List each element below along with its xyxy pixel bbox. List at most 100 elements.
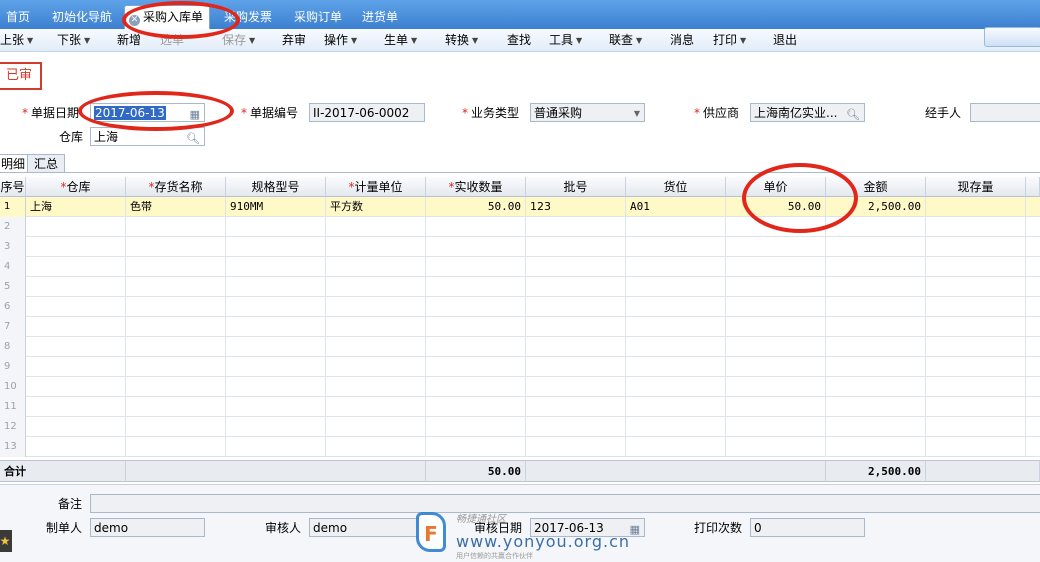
table-cell[interactable] — [226, 277, 326, 297]
table-cell[interactable] — [926, 297, 1026, 317]
table-cell[interactable] — [526, 217, 626, 237]
generate-doc-button[interactable]: 生单 ▼ — [384, 32, 417, 49]
table-cell[interactable] — [426, 437, 526, 457]
table-cell[interactable] — [426, 317, 526, 337]
table-cell[interactable] — [126, 217, 226, 237]
table-cell[interactable] — [226, 297, 326, 317]
table-cell[interactable] — [926, 417, 1026, 437]
new-button[interactable]: 新增 — [117, 32, 141, 48]
unaudit-button[interactable]: 弃审 — [282, 32, 306, 48]
table-row[interactable]: 2 — [0, 217, 1040, 237]
table-cell[interactable] — [226, 217, 326, 237]
header-col-location[interactable]: 货位 — [626, 177, 726, 197]
tab-init-guide[interactable]: 初始化导航 — [52, 8, 112, 28]
header-col-warehouse[interactable]: *仓库 — [26, 177, 126, 197]
table-cell[interactable] — [726, 217, 826, 237]
table-cell[interactable] — [26, 317, 126, 337]
select-doc-button[interactable]: 选单 — [160, 32, 184, 48]
table-cell[interactable] — [726, 377, 826, 397]
table-cell[interactable] — [326, 357, 426, 377]
table-cell[interactable] — [826, 277, 926, 297]
table-cell[interactable] — [626, 257, 726, 277]
table-row[interactable]: 12 — [0, 417, 1040, 437]
table-cell[interactable] — [626, 397, 726, 417]
supplier-field[interactable]: 上海南亿实业... 🔍︎ — [750, 103, 865, 122]
convert-button[interactable]: 转换 ▼ — [445, 32, 478, 49]
table-cell[interactable] — [926, 257, 1026, 277]
table-cell[interactable] — [226, 417, 326, 437]
table-cell[interactable] — [626, 217, 726, 237]
table-cell[interactable] — [626, 437, 726, 457]
remark-field[interactable] — [90, 494, 1040, 513]
table-cell[interactable] — [926, 337, 1026, 357]
table-cell[interactable] — [626, 277, 726, 297]
handler-field[interactable] — [970, 103, 1040, 122]
link-query-button[interactable]: 联查 ▼ — [609, 32, 642, 49]
calendar-icon[interactable]: ▦ — [630, 520, 640, 536]
table-cell[interactable]: 色带 — [126, 197, 226, 217]
table-cell[interactable] — [426, 397, 526, 417]
tab-summary[interactable]: 汇总 — [27, 154, 66, 173]
table-cell[interactable] — [126, 237, 226, 257]
table-cell[interactable] — [226, 437, 326, 457]
table-cell[interactable] — [226, 317, 326, 337]
table-cell[interactable] — [126, 397, 226, 417]
table-cell[interactable] — [226, 377, 326, 397]
table-cell[interactable] — [26, 257, 126, 277]
table-cell[interactable]: 123 — [526, 197, 626, 217]
table-row[interactable]: 10 — [0, 377, 1040, 397]
table-cell[interactable] — [526, 397, 626, 417]
table-row[interactable]: 9 — [0, 357, 1040, 377]
table-row[interactable]: 1 上海 色带 910MM 平方数 50.00 123 A01 50.00 2,500.00 — [0, 197, 1040, 217]
table-cell[interactable] — [26, 217, 126, 237]
table-cell[interactable] — [326, 297, 426, 317]
table-cell[interactable] — [126, 357, 226, 377]
table-cell[interactable] — [126, 417, 226, 437]
table-cell[interactable] — [226, 257, 326, 277]
table-cell[interactable] — [426, 237, 526, 257]
table-cell[interactable] — [726, 397, 826, 417]
table-cell[interactable] — [26, 357, 126, 377]
table-row[interactable]: 3 — [0, 237, 1040, 257]
table-cell[interactable] — [726, 297, 826, 317]
table-cell[interactable] — [926, 217, 1026, 237]
table-cell[interactable] — [926, 437, 1026, 457]
table-row[interactable]: 8 — [0, 337, 1040, 357]
header-col-seq[interactable]: 序号 — [0, 177, 26, 197]
table-cell[interactable] — [126, 437, 226, 457]
table-row[interactable]: 7 — [0, 317, 1040, 337]
table-cell[interactable] — [726, 437, 826, 457]
table-cell[interactable]: 2,500.00 — [826, 197, 926, 217]
calendar-icon[interactable]: ▦ — [190, 105, 200, 121]
next-button[interactable]: 下张 ▼ — [57, 32, 90, 49]
table-cell[interactable] — [526, 317, 626, 337]
table-row[interactable]: 13 — [0, 437, 1040, 457]
table-cell[interactable] — [326, 217, 426, 237]
table-cell[interactable] — [826, 297, 926, 317]
table-cell[interactable] — [26, 377, 126, 397]
table-cell[interactable] — [826, 377, 926, 397]
table-cell[interactable] — [626, 377, 726, 397]
table-cell[interactable] — [326, 377, 426, 397]
table-cell[interactable] — [926, 317, 1026, 337]
table-cell[interactable] — [426, 417, 526, 437]
table-cell[interactable] — [426, 217, 526, 237]
table-cell[interactable] — [526, 257, 626, 277]
table-cell[interactable] — [426, 357, 526, 377]
table-cell[interactable] — [26, 417, 126, 437]
table-cell[interactable] — [826, 337, 926, 357]
header-col-unit[interactable]: *计量单位 — [326, 177, 426, 197]
table-cell[interactable] — [426, 377, 526, 397]
table-cell[interactable] — [326, 417, 426, 437]
message-button[interactable]: 消息 — [670, 32, 694, 48]
table-cell[interactable] — [726, 237, 826, 257]
table-cell[interactable] — [326, 317, 426, 337]
table-cell[interactable] — [126, 257, 226, 277]
table-cell[interactable]: 910MM — [226, 197, 326, 217]
table-cell[interactable] — [226, 237, 326, 257]
doc-date-field[interactable]: 2017-06-13 ▦ — [90, 103, 205, 122]
table-cell[interactable] — [226, 397, 326, 417]
table-cell[interactable] — [26, 277, 126, 297]
tab-purchase-receipt[interactable]: ✕ 采购入库单 — [124, 5, 211, 29]
header-col-item-name[interactable]: *存货名称 — [126, 177, 226, 197]
